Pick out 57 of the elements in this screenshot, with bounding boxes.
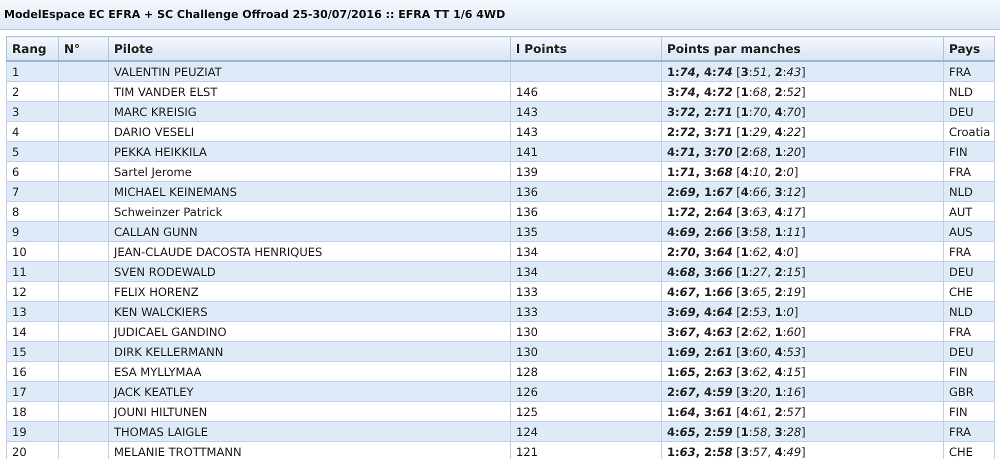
table-cell: 4:69, 2:66 [3:58, 1:11] bbox=[662, 222, 944, 242]
table-cell: 141 bbox=[510, 142, 662, 162]
table-cell: 7 bbox=[6, 182, 58, 202]
table-cell: 1 bbox=[6, 61, 58, 82]
table-cell: DEU bbox=[944, 342, 994, 362]
table-cell: 3:72, 2:71 [1:70, 4:70] bbox=[662, 102, 944, 122]
column-header[interactable]: N° bbox=[58, 36, 108, 61]
table-cell: SVEN RODEWALD bbox=[108, 262, 510, 282]
table-cell: 135 bbox=[510, 222, 662, 242]
table-cell: 3:69, 4:64 [2:53, 1:0] bbox=[662, 302, 944, 322]
table-cell: 4:65, 2:59 [1:58, 3:28] bbox=[662, 422, 944, 442]
table-cell: 13 bbox=[6, 302, 58, 322]
page-title: ModelEspace EC EFRA + SC Challenge Offroad 25-30/07/2016 :: EFRA TT 1/6 4WD bbox=[4, 8, 506, 21]
table-cell: MARC KREISIG bbox=[108, 102, 510, 122]
column-header[interactable]: Pilote bbox=[108, 36, 510, 61]
table-cell: 19 bbox=[6, 422, 58, 442]
table-cell: 126 bbox=[510, 382, 662, 402]
table-cell: 11 bbox=[6, 262, 58, 282]
table-cell: 5 bbox=[6, 142, 58, 162]
table-cell: 130 bbox=[510, 342, 662, 362]
table-cell: DEU bbox=[944, 102, 994, 122]
table-cell: 134 bbox=[510, 262, 662, 282]
table-cell: 20 bbox=[6, 442, 58, 459]
table-cell: THOMAS LAIGLE bbox=[108, 422, 510, 442]
table-cell: FIN bbox=[944, 142, 994, 162]
table-cell: 4:71, 3:70 [2:68, 1:20] bbox=[662, 142, 944, 162]
table-cell: 1:69, 2:61 [3:60, 4:53] bbox=[662, 342, 944, 362]
table-cell: NLD bbox=[944, 182, 994, 202]
table-cell: GBR bbox=[944, 382, 994, 402]
table-cell: FRA bbox=[944, 422, 994, 442]
column-header[interactable]: Rang bbox=[6, 36, 58, 61]
table-cell: 2:67, 4:59 [3:20, 1:16] bbox=[662, 382, 944, 402]
table-cell: NLD bbox=[944, 302, 994, 322]
table-cell: 136 bbox=[510, 182, 662, 202]
table-cell: 124 bbox=[510, 422, 662, 442]
table-cell: JACK KEATLEY bbox=[108, 382, 510, 402]
table-cell: 2:69, 1:67 [4:66, 3:12] bbox=[662, 182, 944, 202]
table-cell: 3 bbox=[6, 102, 58, 122]
table-cell: 4:68, 3:66 [1:27, 2:15] bbox=[662, 262, 944, 282]
table-cell: 17 bbox=[6, 382, 58, 402]
table-cell: AUS bbox=[944, 222, 994, 242]
table-cell: MICHAEL KEINEMANS bbox=[108, 182, 510, 202]
table-cell: PEKKA HEIKKILA bbox=[108, 142, 510, 162]
column-header[interactable]: Points par manches bbox=[662, 36, 944, 61]
table-cell: CALLAN GUNN bbox=[108, 222, 510, 242]
table-cell: DEU bbox=[944, 262, 994, 282]
table-cell: DIRK KELLERMANN bbox=[108, 342, 510, 362]
table-cell: VALENTIN PEUZIAT bbox=[108, 61, 510, 82]
column-header[interactable]: l Points bbox=[510, 36, 662, 61]
table-cell: 1:74, 4:74 [3:51, 2:43] bbox=[662, 61, 944, 82]
table-cell: KEN WALCKIERS bbox=[108, 302, 510, 322]
column-header[interactable]: Pays bbox=[944, 36, 994, 61]
table-cell: FRA bbox=[944, 61, 994, 82]
table-cell: 15 bbox=[6, 342, 58, 362]
table-cell: 9 bbox=[6, 222, 58, 242]
table-cell: 133 bbox=[510, 302, 662, 322]
table-cell: 143 bbox=[510, 102, 662, 122]
